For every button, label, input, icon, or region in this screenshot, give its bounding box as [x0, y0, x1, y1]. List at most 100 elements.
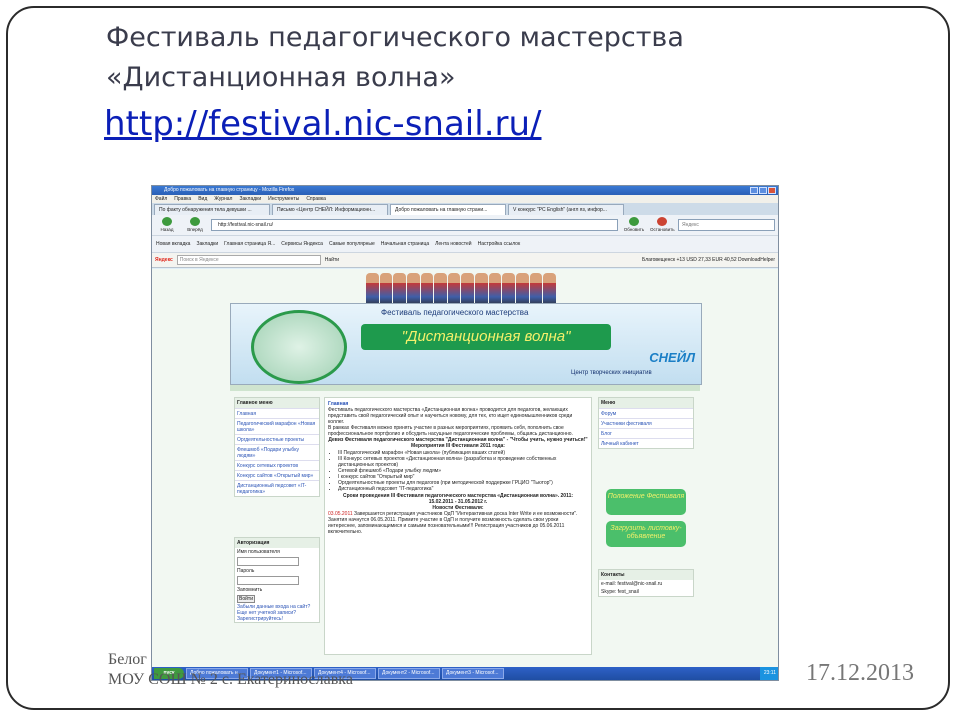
right-menu-item-forum[interactable]: Форум: [599, 408, 693, 418]
register-link[interactable]: Еще нет учетной записи? Зарегистрируйтес…: [235, 610, 319, 622]
menu-bookmarks[interactable]: Закладки: [239, 195, 261, 203]
menu-tools[interactable]: Инструменты: [268, 195, 299, 203]
password-input[interactable]: [237, 576, 299, 585]
menu-edit[interactable]: Правка: [174, 195, 191, 203]
main-menu-item-flashmob[interactable]: Флешмоб «Подари улыбку людям»: [235, 444, 319, 460]
auth-pass-label: Пароль: [237, 568, 255, 574]
remember-checkbox[interactable]: Запомнить: [235, 586, 319, 594]
contacts-title: Контакты: [599, 570, 693, 580]
forward-arrow-icon: [190, 217, 200, 226]
tab-contest[interactable]: V конкурс "PC English" (англ яз, инфор..…: [508, 204, 624, 215]
slide-title-line2: «Дистанционная волна»: [106, 62, 456, 93]
menu-help[interactable]: Справка: [306, 195, 326, 203]
forward-button[interactable]: Вперёд: [183, 217, 207, 233]
search-input[interactable]: Яндекс: [678, 219, 775, 231]
bookmark-yandex-home[interactable]: Главная страница Я...: [224, 241, 275, 247]
right-menu-item-cabinet[interactable]: Личный кабинет: [599, 438, 693, 448]
auth-title: Авторизация: [235, 538, 319, 548]
username-input[interactable]: [237, 557, 299, 566]
slide-title-line1: Фестиваль педагогического мастерства: [106, 22, 684, 53]
main-article: Главная Фестиваль педагогического мастер…: [324, 397, 592, 655]
menu-bar: Файл Правка Вид Журнал Закладки Инструме…: [152, 195, 778, 203]
right-column: Меню Форум Участники фестиваля Блог Личн…: [598, 397, 694, 601]
close-icon[interactable]: [768, 187, 776, 194]
zagruzit-button[interactable]: Загрузить листовку-объявление: [606, 521, 686, 547]
bookmark-bookmarks[interactable]: Закладки: [196, 241, 218, 247]
browser-screenshot: Добро пожаловать на главную страницу - M…: [152, 186, 778, 680]
slide-title: Фестиваль педагогического мастерства «Ди…: [106, 18, 866, 98]
events-title: Мероприятия III Фестиваля 2011 года:: [411, 443, 505, 449]
slide-footer-left: Белог МОУ СОШ № 2 с. Екатеринославка: [108, 650, 353, 690]
event-item: Дистанционный педсовет "IT-педагогика": [338, 486, 588, 492]
brand-logo: СНЕЙЛ: [649, 350, 695, 365]
back-button[interactable]: Назад: [155, 217, 179, 233]
menu-file[interactable]: Файл: [155, 195, 167, 203]
yandex-find-button[interactable]: Найти: [325, 257, 339, 263]
navigation-bar: Назад Вперёд http://festival.nic-snail.r…: [152, 215, 778, 235]
url-input[interactable]: http://festival.nic-snail.ru/: [211, 219, 618, 231]
back-label: Назад: [160, 227, 174, 232]
festival-link[interactable]: http://festival.nic-snail.ru/: [104, 104, 541, 144]
web-page: Фестиваль педагогического мастерства "Ди…: [152, 269, 778, 667]
bookmark-popular[interactable]: Самые популярные: [329, 241, 375, 247]
menu-view[interactable]: Вид: [198, 195, 207, 203]
main-menu-item-council[interactable]: Дистанционный педсовет «IT-педагогика»: [235, 480, 319, 496]
article-intro: Фестиваль педагогического мастерства «Ди…: [328, 407, 573, 425]
window-title: Добро пожаловать на главную страницу - M…: [164, 187, 295, 193]
bookmark-settings[interactable]: Настройка ссылок: [478, 241, 521, 247]
maximize-icon[interactable]: [759, 187, 767, 194]
contacts-block: Контакты e-mail: festival@nic-snail.ru S…: [598, 569, 694, 597]
banner-people-image: [366, 273, 556, 307]
bookmark-yandex-services[interactable]: Сервисы Яндекса: [281, 241, 323, 247]
refresh-button[interactable]: Обновить: [622, 217, 646, 233]
right-menu: Меню Форум Участники фестиваля Блог Личн…: [598, 397, 694, 449]
taskbar-item[interactable]: Документ3 - Microsof...: [442, 668, 504, 679]
contacts-skype: Skype: fest_snail: [601, 589, 639, 595]
footer-line1: Белог: [108, 651, 147, 668]
forward-label: Вперёд: [187, 227, 203, 232]
menu-history[interactable]: Журнал: [214, 195, 232, 203]
currency-info: Благовещенск +13 USD 27,33 EUR 40,52 Dow…: [641, 257, 775, 263]
bookmarks-bar: Новая вкладка Закладки Главная страница …: [152, 235, 778, 252]
main-menu-item-marathon[interactable]: Педагогический марафон «Новая школа»: [235, 418, 319, 434]
polozhenie-button[interactable]: Положение Фестиваля: [606, 489, 686, 515]
bookmark-news-feed[interactable]: Лента новостей: [435, 241, 471, 247]
yandex-logo: Яндекс: [155, 257, 173, 263]
banner-wave: "Дистанционная волна": [361, 324, 611, 350]
site-banner: Фестиваль педагогического мастерства "Ди…: [230, 303, 702, 385]
right-menu-item-blog[interactable]: Блог: [599, 428, 693, 438]
stop-button[interactable]: Остановить: [650, 217, 675, 233]
bookmark-start-page[interactable]: Начальная страница: [381, 241, 429, 247]
yandex-search-input[interactable]: Поиск в Яндексе: [176, 255, 321, 265]
stop-label: Остановить: [650, 227, 675, 232]
auth-block: Авторизация Имя пользователя Пароль Запо…: [234, 537, 320, 623]
tab-mail[interactable]: Письмо «Центр СНЕЙЛ: Информационн...: [272, 204, 388, 215]
page-strip: [230, 385, 700, 391]
window-titlebar: Добро пожаловать на главную страницу - M…: [152, 186, 778, 195]
banner-center: Центр творческих инициатив: [571, 370, 652, 376]
right-menu-item-participants[interactable]: Участники фестиваля: [599, 418, 693, 428]
refresh-label: Обновить: [623, 227, 645, 232]
taskbar-clock: 23:11: [759, 667, 778, 680]
left-column: Главное меню Главная Педагогический мара…: [234, 397, 320, 627]
news-text: Завершается регистрация участников ОдП "…: [328, 511, 578, 535]
login-button[interactable]: Войти: [237, 595, 255, 603]
events-list: III Педагогический марафон «Новая школа»…: [338, 450, 588, 492]
article-p2: В рамках Фестиваля можно принять участие…: [328, 425, 573, 437]
main-menu-item-home[interactable]: Главная: [235, 408, 319, 418]
event-item: III Конкурс сетевых проектов «Дистанцион…: [338, 456, 588, 468]
slide-date: 17.12.2013: [806, 660, 914, 686]
snail-logo-icon: [251, 310, 347, 384]
tab-festival[interactable]: Добро пожаловать на главную страни...: [390, 204, 506, 215]
main-menu-item-sites[interactable]: Конкурс сайтов «Открытый мир»: [235, 470, 319, 480]
banner-header: Фестиваль педагогического мастерства: [381, 308, 529, 317]
tab-news[interactable]: По факту обнаружения тела девушки ...: [154, 204, 270, 215]
refresh-icon: [629, 217, 639, 226]
main-menu-title: Главное меню: [235, 398, 319, 408]
bookmark-new-tab[interactable]: Новая вкладка: [156, 241, 190, 247]
main-menu-item-projects[interactable]: Оргдеятельностные проекты: [235, 434, 319, 444]
taskbar-item[interactable]: Документ2 - Microsof...: [378, 668, 440, 679]
minimize-icon[interactable]: [750, 187, 758, 194]
auth-user-label: Имя пользователя: [237, 549, 280, 555]
main-menu-item-network[interactable]: Конкурс сетевых проектов: [235, 460, 319, 470]
